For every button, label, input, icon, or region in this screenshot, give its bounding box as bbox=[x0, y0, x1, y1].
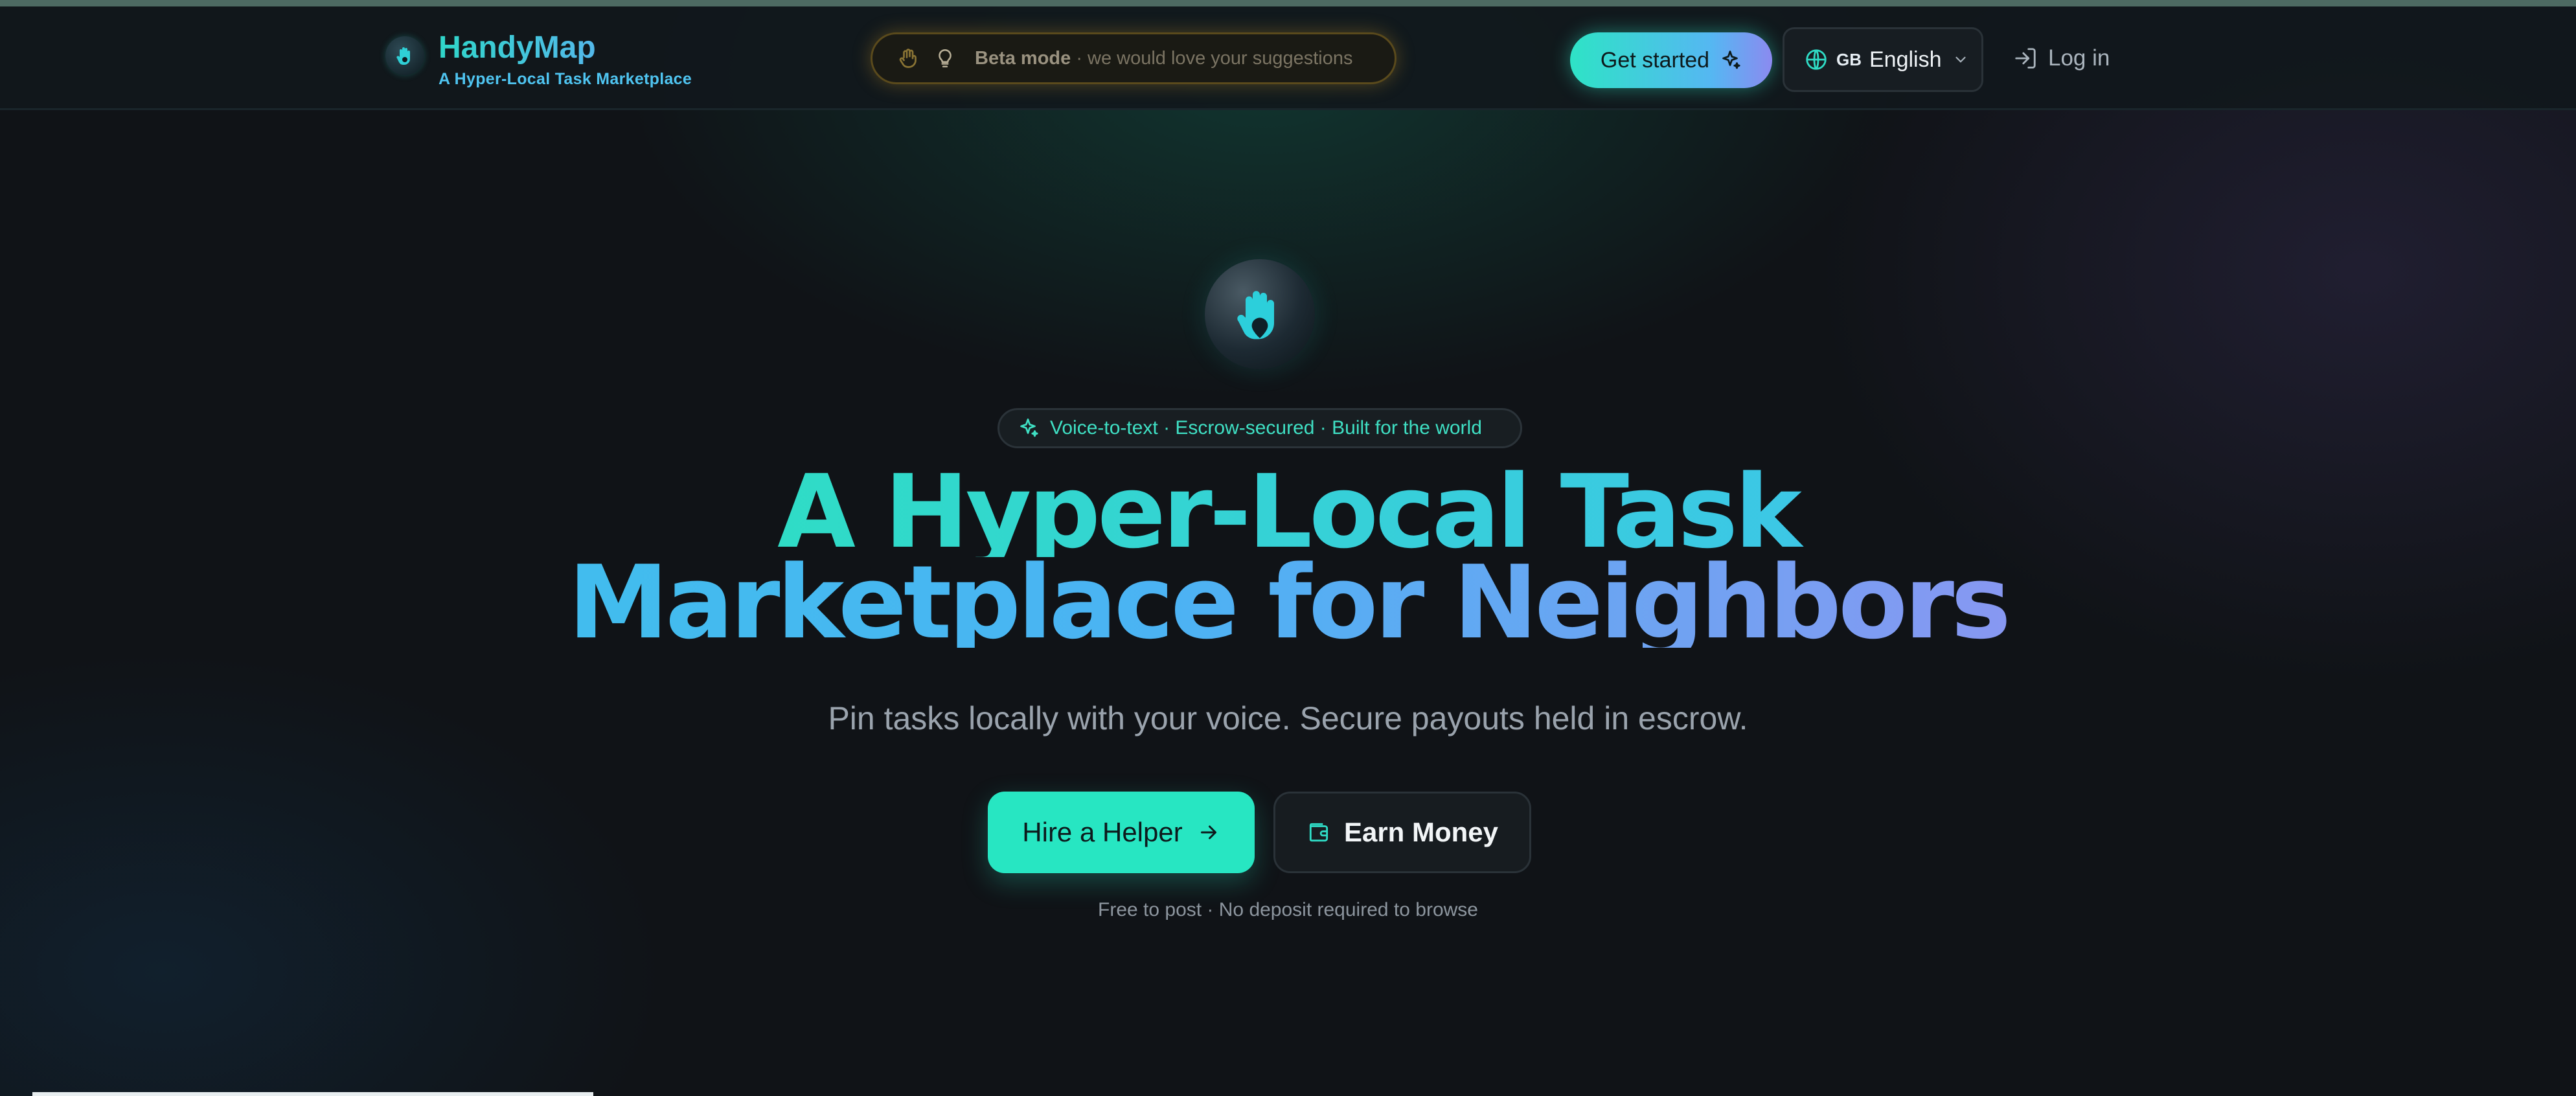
get-started-button[interactable]: Get started bbox=[1570, 32, 1772, 88]
features-text: Voice-to-text · Escrow-secured · Built f… bbox=[1050, 417, 1482, 439]
brand[interactable]: HandyMap A Hyper-Local Task Marketplace bbox=[385, 30, 692, 89]
earn-money-button[interactable]: Earn Money bbox=[1273, 792, 1531, 873]
features-badge: Voice-to-text · Escrow-secured · Built f… bbox=[997, 408, 1522, 448]
wallet-icon bbox=[1309, 823, 1328, 842]
brand-name: HandyMap bbox=[439, 30, 692, 66]
top-border bbox=[0, 0, 2576, 6]
top-nav: HandyMap A Hyper-Local Task Marketplace … bbox=[0, 6, 2576, 110]
chevron-down-icon bbox=[1955, 56, 1966, 63]
login-label: Log in bbox=[2048, 45, 2110, 71]
hero-logo-icon bbox=[1205, 259, 1315, 369]
hero-note: Free to post · No deposit required to br… bbox=[1098, 899, 1478, 920]
hire-helper-label: Hire a Helper bbox=[1022, 817, 1183, 847]
beta-banner[interactable]: Beta mode · we would love your suggestio… bbox=[871, 32, 1396, 84]
flag-label: GB bbox=[1836, 49, 1862, 69]
brand-tagline: A Hyper-Local Task Marketplace bbox=[439, 70, 692, 88]
language-label: English bbox=[1869, 47, 1942, 72]
lightbulb-icon bbox=[932, 45, 958, 71]
login-icon bbox=[2015, 48, 2036, 69]
landing-page: HandyMap A Hyper-Local Task Marketplace … bbox=[0, 0, 2576, 1096]
login-link[interactable]: Log in bbox=[2013, 45, 2110, 71]
beta-mode-label: Beta mode bbox=[975, 47, 1071, 69]
wave-hand-icon bbox=[896, 45, 922, 71]
beta-text: Beta mode · we would love your suggestio… bbox=[975, 48, 1353, 69]
globe-icon bbox=[1806, 49, 1827, 70]
beta-message: · we would love your suggestions bbox=[1071, 47, 1353, 69]
arrow-right-icon bbox=[1200, 825, 1216, 839]
hero-headline: A Hyper-Local Task Marketplace for Neigh… bbox=[0, 461, 2576, 653]
bottom-scroll-indicator bbox=[32, 1092, 593, 1096]
hire-helper-button[interactable]: Hire a Helper bbox=[988, 792, 1255, 873]
brand-logo-icon bbox=[385, 36, 424, 75]
get-started-label: Get started bbox=[1600, 47, 1710, 73]
hero-tagline: Pin tasks locally with your voice. Secur… bbox=[828, 700, 1748, 736]
earn-money-label: Earn Money bbox=[1343, 817, 1499, 847]
sparkle-icon bbox=[1020, 418, 1038, 437]
language-selector[interactable]: GB English bbox=[1783, 27, 1983, 92]
headline-line-2: Marketplace for Neighbors bbox=[0, 552, 2576, 653]
sparkle-icon bbox=[1722, 51, 1740, 69]
